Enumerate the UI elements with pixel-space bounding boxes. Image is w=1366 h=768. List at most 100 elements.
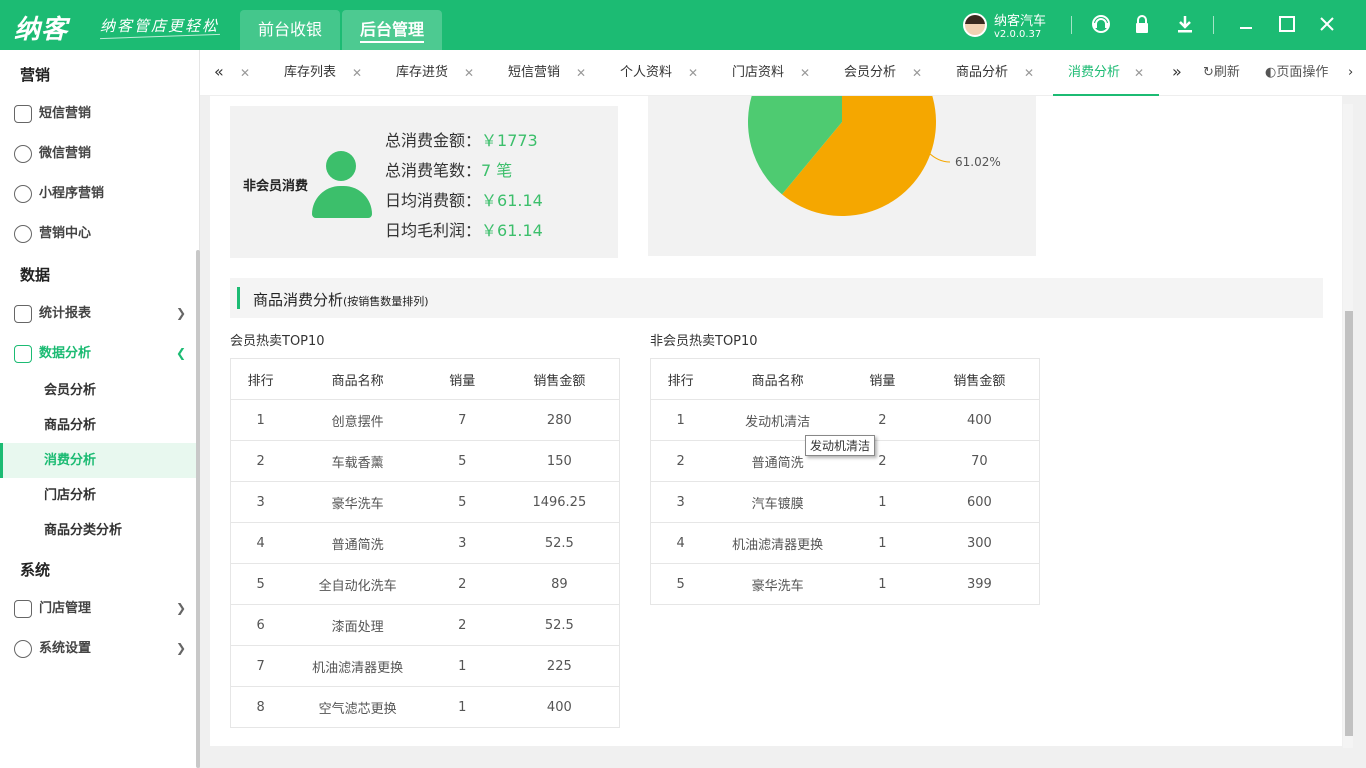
tab-label: 门店资料 <box>732 65 785 80</box>
close-icon[interactable]: ✕ <box>688 50 698 96</box>
tab-product-analysis[interactable]: 商品分析 ✕ <box>956 50 1051 96</box>
cell-product: 汽车镀膜 <box>710 481 845 523</box>
sidebar-subitem-category-analysis[interactable]: 商品分类分析 <box>0 513 196 548</box>
table-row[interactable]: 5 豪华洗车 1 399 <box>650 563 1040 605</box>
cell-quantity: 1 <box>424 686 500 728</box>
cell-product: 空气滤芯更换 <box>290 686 425 728</box>
close-icon[interactable] <box>1315 13 1339 37</box>
table-row[interactable]: 6 漆面处理 2 52.5 <box>230 604 620 646</box>
sidebar-subitem-consumption-analysis[interactable]: 消费分析 <box>0 443 196 478</box>
tab-label: 商品分析 <box>956 65 1009 80</box>
sidebar-item-label: 商品分类分析 <box>44 523 123 538</box>
tab-inventory-purchase[interactable]: 库存进货 ✕ <box>396 50 491 96</box>
table-row[interactable]: 2 车载香薰 5 150 <box>230 440 620 482</box>
cell-quantity: 7 <box>424 399 500 441</box>
lock-icon[interactable] <box>1130 13 1154 37</box>
avatar[interactable] <box>963 13 987 37</box>
chevron-right-icon: ❯ <box>175 601 186 615</box>
cell-quantity: 1 <box>844 481 920 523</box>
sidebar-item-marketing-center[interactable]: 营销中心 <box>0 216 196 251</box>
close-icon[interactable]: ✕ <box>800 50 810 96</box>
tab-label: 个人资料 <box>620 65 673 80</box>
tab-personal-info[interactable]: 个人资料 ✕ <box>620 50 715 96</box>
table-row[interactable]: 7 机油滤清器更换 1 225 <box>230 645 620 687</box>
stat-daily-profit: 日均毛利润：￥61.14 <box>385 217 543 241</box>
sidebar-item-data-analysis[interactable]: 数据分析 ❮ <box>0 336 196 371</box>
table-row[interactable]: 4 普通简洗 3 52.5 <box>230 522 620 564</box>
close-icon[interactable]: ✕ <box>352 50 362 96</box>
tab-store-info[interactable]: 门店资料 ✕ <box>732 50 827 96</box>
cell-rank: 4 <box>230 522 291 564</box>
minimize-icon[interactable] <box>1234 13 1258 37</box>
page-operations-button[interactable]: ◐页面操作 <box>1265 50 1328 96</box>
refresh-icon: ↻ <box>1203 65 1214 80</box>
cell-quantity: 1 <box>424 645 500 687</box>
section-title-text: 商品消费分析 <box>253 291 344 309</box>
content-scrollbar-thumb[interactable] <box>1345 311 1353 736</box>
support-icon[interactable] <box>1089 13 1113 37</box>
cell-quantity: 1 <box>844 563 920 605</box>
sidebar-section-marketing: 营销 <box>20 66 51 84</box>
cell-rank: 2 <box>230 440 291 482</box>
sidebar-item-system-settings[interactable]: 系统设置 ❯ <box>0 631 196 666</box>
tab-member-analysis[interactable]: 会员分析 ✕ <box>844 50 939 96</box>
table-header-row: 排行 商品名称 销量 销售金额 <box>230 358 620 400</box>
app-slogan: 纳客管店更轻松 <box>100 17 220 35</box>
divider <box>1213 16 1214 34</box>
cell-amount: 150 <box>499 440 620 482</box>
close-icon[interactable]: ✕ <box>464 50 474 96</box>
sidebar-item-label: 门店管理 <box>39 601 92 616</box>
sidebar-item-label: 商品分析 <box>44 418 97 433</box>
chevron-right-icon: ❯ <box>175 306 186 320</box>
cell-rank: 2 <box>650 440 711 482</box>
nav-back-admin[interactable]: 后台管理 <box>342 10 443 50</box>
download-icon[interactable] <box>1173 13 1197 37</box>
cell-amount: 52.5 <box>499 604 620 646</box>
cell-quantity: 2 <box>424 604 500 646</box>
tab-inventory-list[interactable]: 库存列表 ✕ <box>284 50 379 96</box>
sidebar-subitem-member-analysis[interactable]: 会员分析 <box>0 373 196 408</box>
maximize-icon[interactable] <box>1275 13 1299 37</box>
table-row[interactable]: 3 豪华洗车 5 1496.25 <box>230 481 620 523</box>
chevron-right-icon: ❯ <box>175 641 186 655</box>
cell-product: 车载香薰 <box>290 440 425 482</box>
refresh-button[interactable]: ↻刷新 <box>1203 50 1240 96</box>
tab-sms-marketing[interactable]: 短信营销 ✕ <box>508 50 603 96</box>
sidebar-item-miniprogram-marketing[interactable]: 小程序营销 <box>0 176 196 211</box>
sidebar-item-wechat-marketing[interactable]: 微信营销 <box>0 136 196 171</box>
tab-consumption-analysis[interactable]: 消费分析 ✕ <box>1053 50 1159 96</box>
cell-product: 豪华洗车 <box>710 563 845 605</box>
close-icon[interactable]: ✕ <box>912 50 922 96</box>
sidebar-item-stats-report[interactable]: 统计报表 ❯ <box>0 296 196 331</box>
close-icon[interactable]: ✕ <box>1024 50 1034 96</box>
table-row[interactable]: 1 创意摆件 7 280 <box>230 399 620 441</box>
column-header-rank: 排行 <box>650 358 711 400</box>
miniprogram-icon <box>14 185 32 203</box>
section-title: 商品消费分析(按销售数量排列) <box>253 289 429 310</box>
cell-rank: 6 <box>230 604 291 646</box>
column-header-amount: 销售金额 <box>499 358 620 400</box>
monitor-chart-icon <box>14 345 32 363</box>
table-row[interactable]: 3 汽车镀膜 1 600 <box>650 481 1040 523</box>
close-icon[interactable]: ✕ <box>240 50 250 96</box>
mail-icon <box>14 105 32 123</box>
user-name[interactable]: 纳客汽车 <box>994 10 1046 29</box>
sidebar-item-label: 系统设置 <box>39 641 92 656</box>
chevron-right-icon[interactable]: › <box>1348 50 1353 96</box>
sidebar-item-sms-marketing[interactable]: 短信营销 <box>0 96 196 131</box>
tabs-scroll-left-icon[interactable]: « <box>214 62 224 81</box>
sidebar-subitem-store-analysis[interactable]: 门店分析 <box>0 478 196 513</box>
nav-front-cashier[interactable]: 前台收银 <box>240 10 341 50</box>
table-row[interactable]: 8 空气滤芯更换 1 400 <box>230 686 620 728</box>
member-table-title: 会员热卖TOP10 <box>230 334 325 349</box>
tabs-scroll-right-icon[interactable]: » <box>1172 62 1182 81</box>
cell-amount: 1496.25 <box>499 481 620 523</box>
table-row[interactable]: 5 全自动化洗车 2 89 <box>230 563 620 605</box>
sidebar-item-store-management[interactable]: 门店管理 ❯ <box>0 591 196 626</box>
close-icon[interactable]: ✕ <box>1134 50 1144 96</box>
close-icon[interactable]: ✕ <box>576 50 586 96</box>
cell-rank: 3 <box>230 481 291 523</box>
sidebar-subitem-product-analysis[interactable]: 商品分析 <box>0 408 196 443</box>
table-row[interactable]: 4 机油滤清器更换 1 300 <box>650 522 1040 564</box>
stat-label: 总消费金额： <box>385 131 482 150</box>
